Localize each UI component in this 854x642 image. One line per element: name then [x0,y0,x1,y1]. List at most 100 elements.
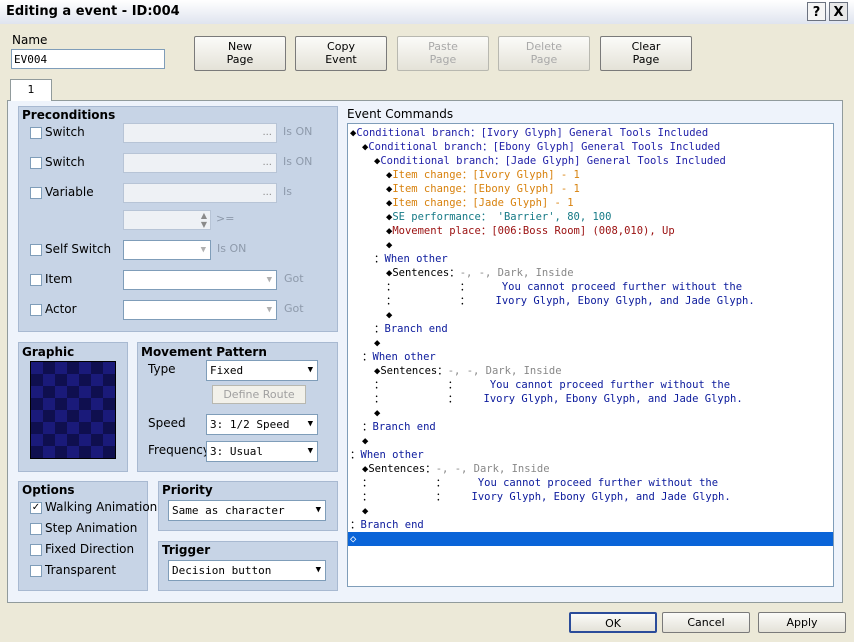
priority-select[interactable]: Same as character ▼ [168,500,326,521]
command-row[interactable]: ◆Movement place：[006:Boss Room] (008,010… [348,224,833,238]
command-text: Sentences： [380,365,448,377]
command-row[interactable]: ◆ [348,434,833,448]
command-text: Movement place：[006:Boss Room] (008,010)… [392,225,675,237]
step-animation-checkbox[interactable] [30,523,42,535]
switch1-checkbox[interactable] [30,127,42,139]
command-row[interactable]: ：Branch end [348,518,833,532]
command-bullet: ： [362,477,373,489]
clear-page-label-1: Clear [631,40,661,53]
variable-field[interactable]: ... [123,183,277,203]
command-message: You cannot proceed further without the [470,281,743,293]
graphic-preview[interactable] [30,361,116,459]
delete-page-button[interactable]: Delete Page [498,36,590,71]
item-select[interactable]: ▼ [123,270,277,290]
variable-suffix: Is [283,185,292,198]
command-bullet: ： [350,449,361,461]
command-row[interactable]: ◆Item change：[Ebony Glyph] - 1 [348,182,833,196]
fixed-direction-checkbox[interactable] [30,544,42,556]
command-row[interactable]: ：Branch end [348,420,833,434]
self-switch-suffix: Is ON [217,242,247,255]
switch2-checkbox[interactable] [30,157,42,169]
define-route-button[interactable]: Define Route [212,385,306,404]
command-row[interactable]: ◆Item change：[Ivory Glyph] - 1 [348,168,833,182]
command-row[interactable]: ： ： You cannot proceed further without t… [348,280,833,294]
command-row[interactable]: ◆ [348,504,833,518]
command-row[interactable]: ◆Sentences：-, -, Dark, Inside [348,266,833,280]
copy-event-button[interactable]: Copy Event [295,36,387,71]
command-message: You cannot proceed further without the [446,477,719,489]
command-row[interactable]: ◆Conditional branch：[Ebony Glyph] Genera… [348,140,833,154]
item-suffix: Got [284,272,304,285]
speed-select[interactable]: 3: 1/2 Speed ▼ [206,414,318,435]
self-switch-checkbox[interactable] [30,244,42,256]
paste-page-label-2: Page [429,53,457,66]
name-label: Name [12,33,48,47]
options-title: Options [22,483,75,497]
transparent-label: Transparent [45,563,117,577]
copy-event-label-1: Copy [327,40,355,53]
command-text: Conditional branch：[Jade Glyph] General … [380,155,726,167]
movement-type-select[interactable]: Fixed ▼ [206,360,318,381]
command-row[interactable]: ： ： Ivory Glyph, Ebony Glyph, and Jade G… [348,294,833,308]
ok-button[interactable]: OK [569,612,657,633]
transparent-checkbox[interactable] [30,565,42,577]
cancel-button[interactable]: Cancel [662,612,750,633]
event-commands-title: Event Commands [347,107,454,121]
command-row[interactable]: ◆Sentences：-, -, Dark, Inside [348,462,833,476]
self-switch-select[interactable]: ▼ [123,240,211,260]
variable-checkbox[interactable] [30,187,42,199]
command-row[interactable]: ◆Sentences：-, -, Dark, Inside [348,364,833,378]
command-row[interactable]: ： ： You cannot proceed further without t… [348,476,833,490]
switch2-label: Switch [45,155,85,169]
command-bullet: ◆ [374,407,381,419]
command-row[interactable]: ◆SE performance： 'Barrier', 80, 100 [348,210,833,224]
command-bullet: ： [374,393,385,405]
command-row[interactable]: ◆ [348,406,833,420]
command-text: Sentences： [392,267,460,279]
walking-animation-checkbox[interactable]: ✓ [30,502,42,514]
command-row[interactable]: ◆ [348,238,833,252]
switch2-ellipsis: ... [262,157,272,168]
command-row[interactable]: ：When other [348,448,833,462]
command-bullet: ： [386,295,397,307]
command-row[interactable]: ◇ [348,532,833,546]
movement-type-value: Fixed [210,364,244,377]
actor-select[interactable]: ▼ [123,300,277,320]
command-text: Sentences： [368,463,436,475]
apply-button[interactable]: Apply [758,612,846,633]
command-row[interactable]: ◆Conditional branch：[Jade Glyph] General… [348,154,833,168]
delete-page-label-2: Page [530,53,558,66]
paste-page-button[interactable]: Paste Page [397,36,489,71]
actor-checkbox[interactable] [30,304,42,316]
movement-type-label: Type [148,362,176,376]
command-row[interactable]: ：When other [348,252,833,266]
command-row[interactable]: ：Branch end [348,322,833,336]
trigger-select[interactable]: Decision button ▼ [168,560,326,581]
chevron-down-icon: ▼ [307,446,313,456]
switch1-field[interactable]: ... [123,123,277,143]
command-row[interactable]: ： ： Ivory Glyph, Ebony Glyph, and Jade G… [348,490,833,504]
command-row[interactable]: ◆ [348,308,833,322]
new-page-button[interactable]: New Page [194,36,286,71]
close-button[interactable]: X [829,2,848,21]
command-row[interactable]: ： ： Ivory Glyph, Ebony Glyph, and Jade G… [348,392,833,406]
command-bullet: ： [374,379,385,391]
fixed-direction-label: Fixed Direction [45,542,135,556]
tab-page-1[interactable]: 1 [10,79,52,101]
switch2-field[interactable]: ... [123,153,277,173]
graphic-title: Graphic [22,345,75,359]
name-input[interactable] [11,49,165,69]
item-checkbox[interactable] [30,274,42,286]
frequency-select[interactable]: 3: Usual ▼ [206,441,318,462]
variable-value-spinner[interactable]: ▲ ▼ [123,210,211,230]
speed-value: 3: 1/2 Speed [210,418,290,431]
command-row[interactable]: ：When other [348,350,833,364]
help-button[interactable]: ? [807,2,826,21]
command-row[interactable]: ： ： You cannot proceed further without t… [348,378,833,392]
clear-page-button[interactable]: Clear Page [600,36,692,71]
command-row[interactable]: ◆Item change：[Jade Glyph] - 1 [348,196,833,210]
command-bullet: ： [374,323,385,335]
event-commands-list[interactable]: ◆ Conditional branch：[Ivory Glyph] Genera… [347,123,834,587]
command-row[interactable]: ◆Conditional branch：[Ivory Glyph] Genera… [348,126,833,140]
command-row[interactable]: ◆ [348,336,833,350]
